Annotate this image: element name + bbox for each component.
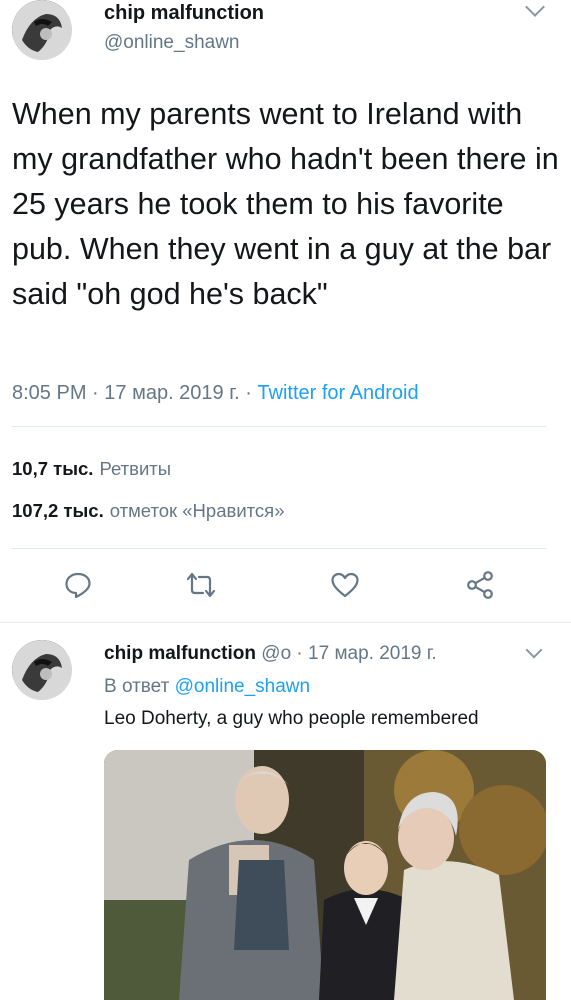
reply-icon — [65, 572, 91, 599]
tweet-text: When my parents went to Ireland with my … — [12, 97, 559, 311]
photo-image — [104, 750, 546, 1000]
retweet-label: Ретвиты — [99, 458, 172, 479]
avatar-icon — [12, 0, 72, 60]
meta-separator: · — [92, 382, 105, 404]
reply-date[interactable]: 17 мар. 2019 г. — [308, 643, 437, 664]
reply-author-avatar[interactable] — [12, 640, 72, 700]
chevron-down-icon[interactable] — [525, 641, 543, 659]
tweet-source-link[interactable]: Twitter for Android — [257, 382, 418, 404]
tweet-meta: 8:05 PM · 17 мар. 2019 г. · Twitter for … — [12, 382, 419, 405]
tweet-time: 8:05 PM — [12, 382, 87, 404]
like-stat[interactable]: 107,2 тыс. отметок «Нравится» — [12, 500, 284, 522]
retweet-count: 10,7 тыс. — [12, 458, 94, 479]
like-icon — [331, 572, 359, 598]
reply-button[interactable] — [63, 570, 93, 600]
meta-separator: · — [296, 643, 309, 664]
author-name[interactable]: chip malfunction — [104, 2, 264, 24]
author-avatar[interactable] — [12, 0, 72, 60]
retweet-icon — [186, 572, 216, 598]
reply-header: chip malfunction @o · 17 мар. 2019 г. — [104, 643, 437, 665]
chevron-down-icon[interactable] — [525, 0, 545, 17]
like-button[interactable] — [330, 570, 360, 600]
like-count: 107,2 тыс. — [12, 500, 104, 521]
share-button[interactable] — [465, 570, 495, 600]
divider — [12, 426, 546, 427]
reply-text: Leo Doherty, a guy who people remembered — [104, 708, 479, 729]
tweet-date: 17 мар. 2019 г. — [104, 382, 240, 404]
share-icon — [467, 571, 493, 599]
divider — [0, 622, 571, 623]
avatar-icon — [12, 640, 72, 700]
like-label: отметок «Нравится» — [109, 500, 285, 521]
author-handle[interactable]: @online_shawn — [104, 32, 240, 54]
replying-to-label: В ответ — [104, 676, 170, 697]
replying-to: В ответ @online_shawn — [104, 676, 310, 698]
retweet-button[interactable] — [186, 570, 216, 600]
reply-author-name[interactable]: chip malfunction — [104, 643, 256, 664]
reply-photo[interactable] — [104, 750, 546, 1000]
retweet-stat[interactable]: 10,7 тыс. Ретвиты — [12, 458, 171, 480]
divider — [12, 548, 546, 549]
replying-to-link[interactable]: @online_shawn — [175, 676, 311, 697]
meta-separator: · — [245, 382, 258, 404]
reply-author-handle[interactable]: @o — [261, 643, 291, 664]
